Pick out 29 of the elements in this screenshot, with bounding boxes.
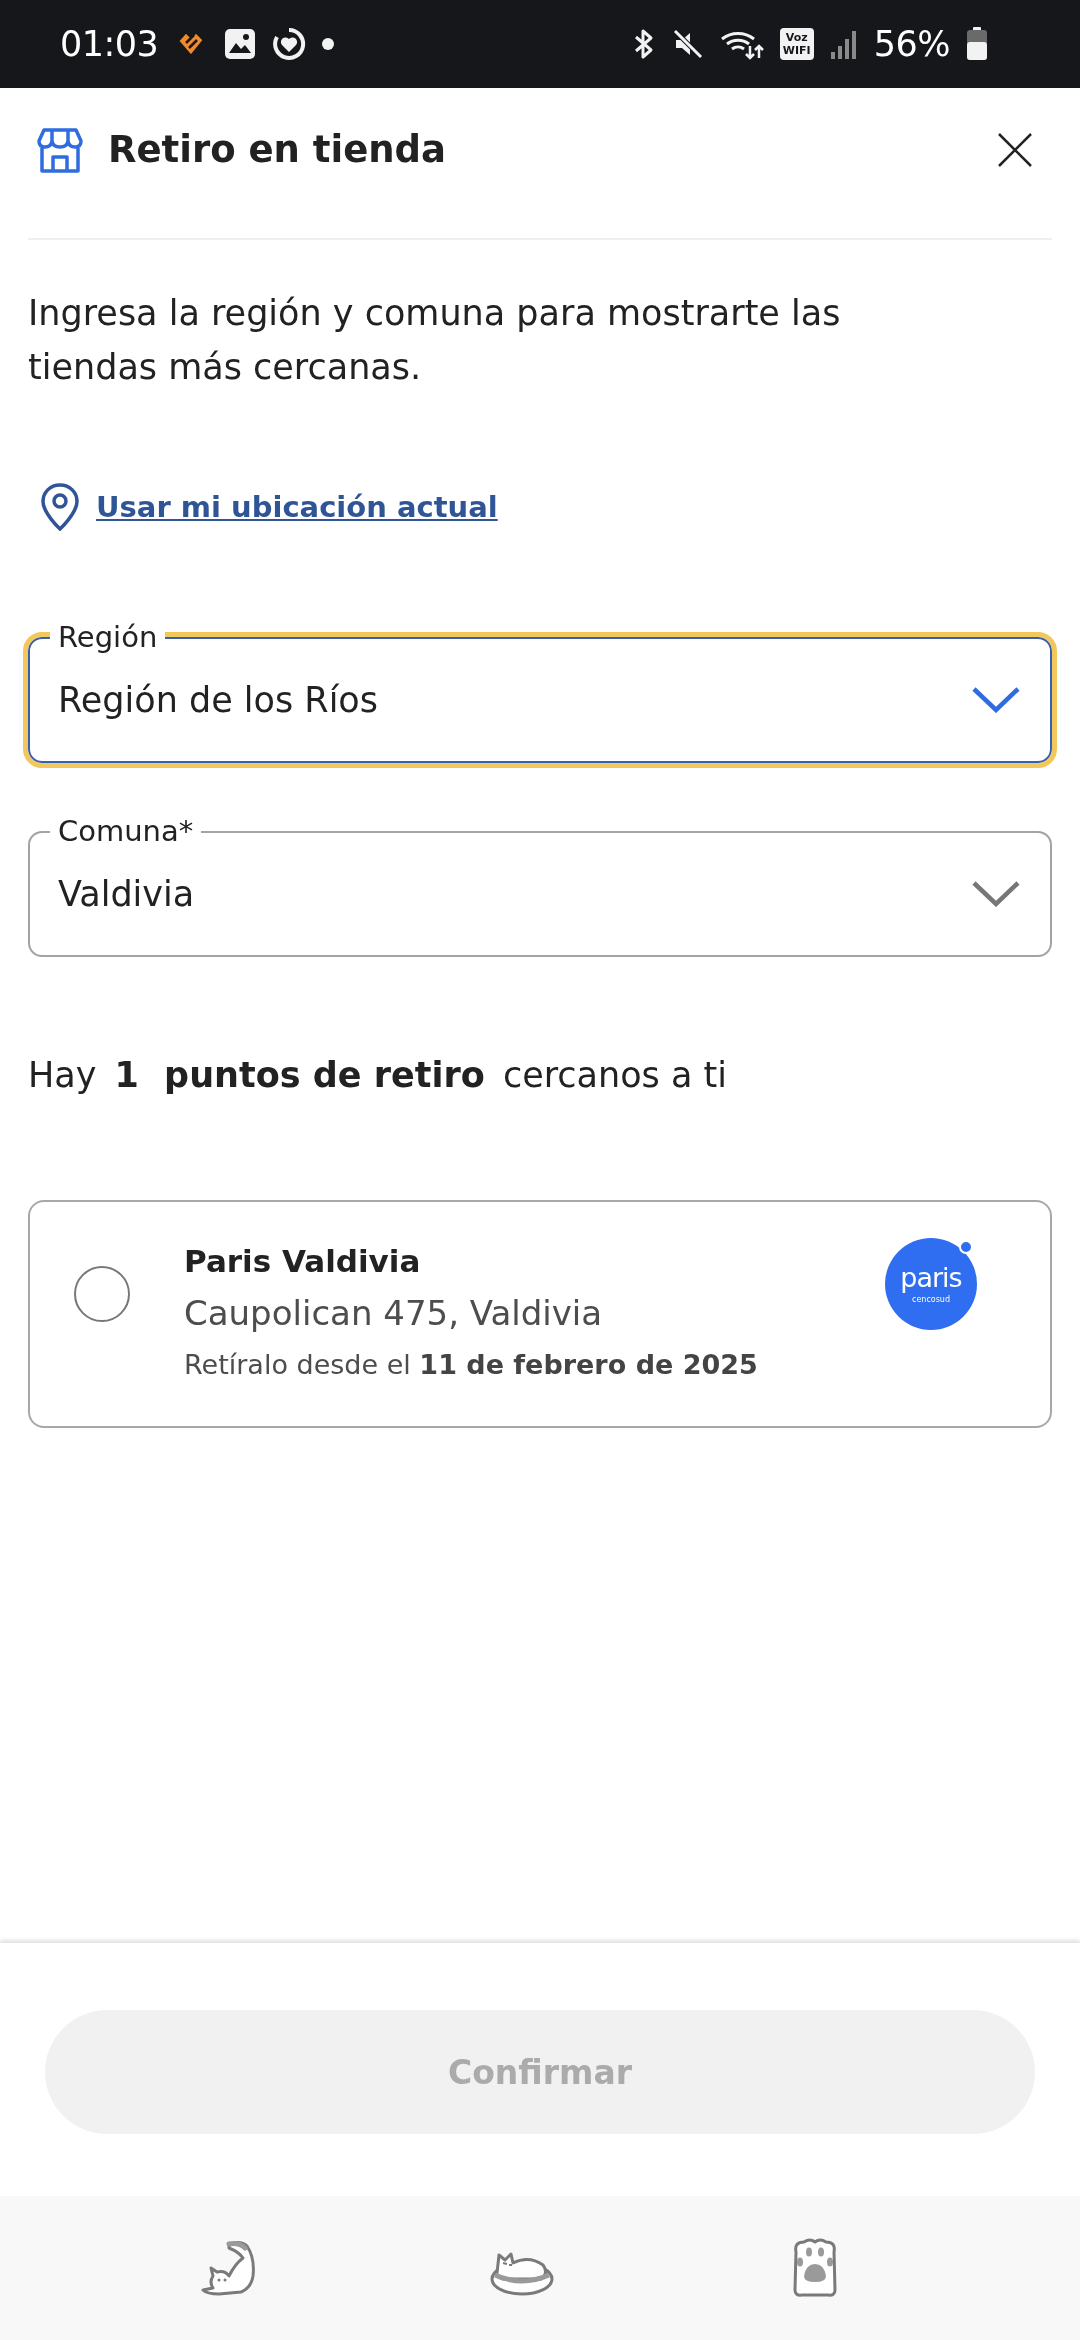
dot-icon — [322, 38, 335, 50]
dropdown-field[interactable]: Región Región de los Ríos — [23, 619, 1057, 768]
use-location-link[interactable]: Usar mi ubicación actual — [96, 483, 498, 531]
chevron-down-icon — [972, 687, 1020, 713]
store-address: Caupolican 475, Valdivia — [184, 1292, 604, 1335]
pickup-date: Retíralo desde el 11 de febrero de 2025 — [184, 1348, 759, 1382]
logo-wordmark: paris — [900, 1263, 962, 1293]
status-time: 01:03 — [60, 24, 159, 64]
mute-icon — [671, 28, 704, 60]
chevron-down-icon — [972, 881, 1020, 907]
heart-circle-icon — [272, 27, 307, 61]
screen-title: Retiro en tienda — [108, 127, 447, 173]
battery-percentage: 56% — [873, 24, 950, 64]
radio-button[interactable] — [74, 1266, 130, 1322]
battery-icon — [966, 27, 988, 61]
close-icon — [998, 133, 1032, 167]
image-icon — [224, 28, 257, 60]
results-summary: Hay 1 puntos de retiro cercanos a ti — [28, 1054, 728, 1097]
store-name: Paris Valdivia — [184, 1242, 422, 1281]
store-card[interactable]: Paris Valdivia Caupolican 475, Valdivia Retíralo desde el 11 de febrero de 2025 paris cencosud — [28, 1200, 1052, 1428]
intro-text: Ingresa la región y comuna para mostrarte las tiendas más cercanas. — [28, 292, 842, 389]
dot-icon — [959, 1240, 973, 1254]
store-icon — [36, 126, 84, 174]
signal-icon — [829, 28, 858, 60]
logo-subtitle: cencosud — [912, 1295, 950, 1305]
location-pin-icon — [40, 483, 80, 531]
dropdown-field[interactable]: Comuna* Valdivia — [23, 813, 1057, 962]
calling-badge: Voz WIFI — [779, 28, 814, 60]
close-button[interactable] — [998, 133, 1032, 167]
